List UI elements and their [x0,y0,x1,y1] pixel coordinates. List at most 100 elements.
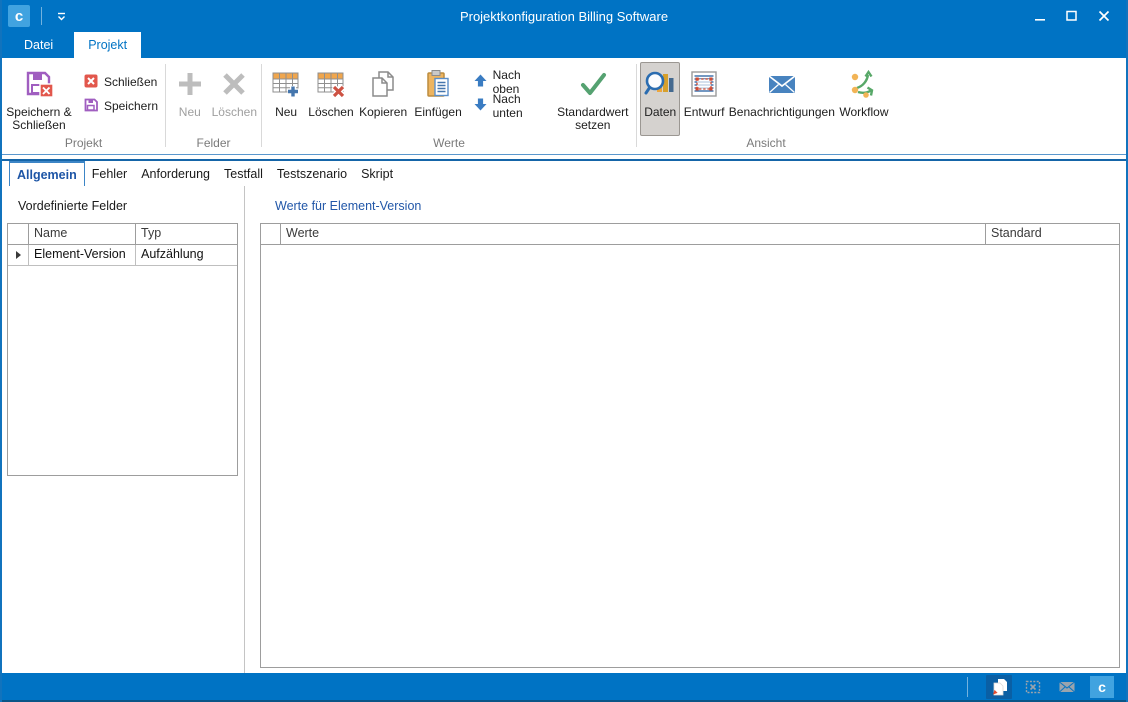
copy-pages-icon[interactable] [986,675,1012,699]
move-down-label: Nach unten [493,92,549,120]
field-delete-label: Löschen [212,106,257,119]
ribbon-tab-datei[interactable]: Datei [10,32,67,58]
field-delete-button: Löschen [211,62,258,136]
group-label-projekt: Projekt [2,136,165,153]
move-up-button[interactable]: Nach oben [469,71,553,93]
paste-button[interactable]: Einfügen [412,62,465,136]
column-header-standard[interactable]: Standard [986,224,1119,244]
field-new-button: Neu [169,62,211,136]
column-header-typ[interactable]: Typ [136,224,237,244]
maximize-button[interactable] [1056,2,1088,30]
ribbon-group-projekt: Speichern & Schließen Schließen [2,61,165,154]
titlebar: c Projektkonfiguration Billing Software [2,0,1126,32]
grid-disabled-icon [1020,675,1046,699]
close-project-label: Schließen [104,75,157,89]
group-label-felder: Felder [166,136,261,153]
value-delete-button[interactable]: Löschen [307,62,355,136]
view-data-button[interactable]: Daten [640,62,680,136]
app-logo-icon[interactable]: c [1090,676,1114,698]
cell-typ[interactable]: Aufzählung [136,245,237,265]
group-label-werte: Werte [262,136,636,153]
value-new-label: Neu [275,106,297,119]
save-project-button[interactable]: Speichern [79,95,162,117]
column-header-werte[interactable]: Werte [281,224,986,244]
ribbon-bottom-divider [2,154,1126,161]
app-icon[interactable]: c [8,5,30,27]
document-tab-bar: Allgemein Fehler Anforderung Testfall Te… [2,161,1126,186]
table-add-icon [270,68,302,103]
arrow-up-icon [473,73,488,91]
row-indicator-header [261,224,281,244]
close-project-button[interactable]: Schließen [79,71,162,93]
tab-fehler[interactable]: Fehler [85,161,134,186]
checkmark-icon [577,68,609,103]
predefined-fields-grid: Name Typ Element-Version Aufzählung [7,223,238,476]
workflow-icon [848,68,880,103]
ribbon: Speichern & Schließen Schließen [2,58,1126,154]
tab-anforderung[interactable]: Anforderung [134,161,217,186]
tab-skript[interactable]: Skript [354,161,400,186]
arrow-down-icon [473,97,488,115]
values-panel: Werte für Element-Version Werte Standard [245,186,1126,673]
save-and-close-label: Speichern & Schließen [6,106,72,132]
tab-testfall[interactable]: Testfall [217,161,270,186]
application-window: c Projektkonfiguration Billing Software … [0,0,1128,702]
values-grid: Werte Standard [260,223,1120,668]
set-default-button[interactable]: Standardwert setzen [553,62,633,136]
grid-header-row: Name Typ [8,224,237,245]
design-view-icon [688,68,720,103]
statusbar-separator [967,677,968,697]
statusbar: c [2,673,1126,702]
close-button[interactable] [1088,2,1120,30]
data-view-icon [644,68,676,103]
right-panel-title: Werte für Element-Version [275,199,1120,213]
view-design-label: Entwurf [684,106,725,119]
notifications-icon [766,68,798,103]
view-workflow-label: Workflow [839,106,888,119]
ribbon-tab-projekt[interactable]: Projekt [74,32,141,58]
value-new-button[interactable]: Neu [265,62,307,136]
cell-name[interactable]: Element-Version [29,245,136,265]
ribbon-group-felder: Neu Löschen Felder [166,61,261,154]
table-delete-icon [315,68,347,103]
view-workflow-button[interactable]: Workflow [836,62,892,136]
tab-allgemein[interactable]: Allgemein [9,161,85,186]
value-delete-label: Löschen [308,106,353,119]
group-label-ansicht: Ansicht [637,136,895,153]
save-and-close-button[interactable]: Speichern & Schließen [5,62,73,136]
tab-testszenario[interactable]: Testszenario [270,161,354,186]
ribbon-group-ansicht: Daten Entwurf [637,61,895,154]
delete-x-icon [218,68,250,103]
titlebar-separator [41,7,42,25]
save-close-icon [23,68,55,103]
save-project-label: Speichern [104,99,158,113]
ribbon-group-werte: Neu Löschen [262,61,636,154]
window-title: Projektkonfiguration Billing Software [2,9,1126,24]
copy-icon [367,68,399,103]
column-header-name[interactable]: Name [29,224,136,244]
view-notifications-label: Benachrichtigungen [729,106,835,119]
save-icon [83,97,99,116]
view-notifications-button[interactable]: Benachrichtigungen [728,62,836,136]
row-indicator-header [8,224,29,244]
table-row[interactable]: Element-Version Aufzählung [8,245,237,266]
set-default-label: Standardwert setzen [554,106,632,132]
content-area: Vordefinierte Felder Name Typ Element-Ve… [2,186,1126,673]
add-plus-icon [174,68,206,103]
left-panel-title: Vordefinierte Felder [18,199,244,213]
copy-button[interactable]: Kopieren [355,62,412,136]
view-data-label: Daten [644,106,676,119]
grid-header-row: Werte Standard [261,224,1119,245]
mail-disabled-icon [1054,675,1080,699]
copy-label: Kopieren [359,106,407,119]
view-design-button[interactable]: Entwurf [680,62,727,136]
row-indicator-icon [16,251,21,259]
paste-icon [422,68,454,103]
paste-label: Einfügen [414,106,461,119]
move-down-button[interactable]: Nach unten [469,95,553,117]
quick-access-dropdown-icon[interactable] [53,8,69,24]
minimize-button[interactable] [1024,2,1056,30]
row-indicator-cell [8,245,29,265]
ribbon-tab-bar: Datei Projekt [2,32,1126,58]
close-red-icon [83,73,99,92]
